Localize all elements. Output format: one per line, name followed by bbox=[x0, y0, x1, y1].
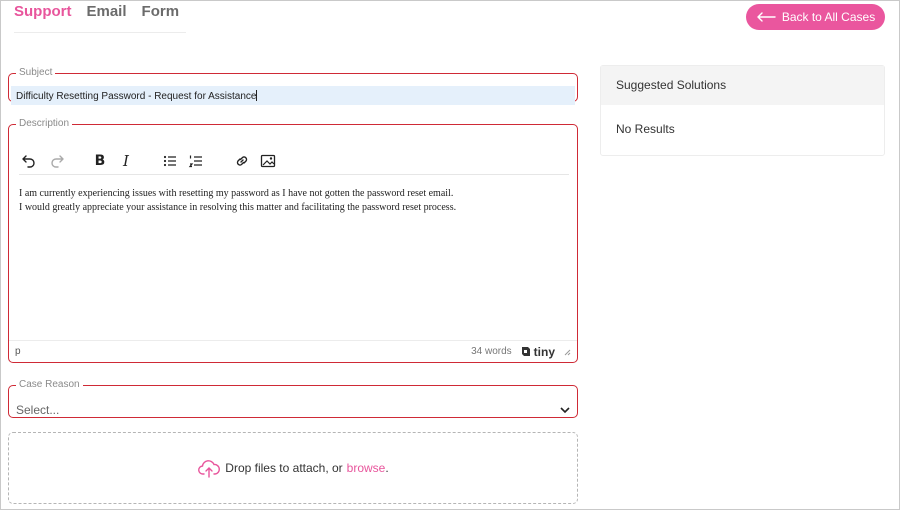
bold-icon[interactable]: B bbox=[90, 151, 110, 171]
case-reason-value: Select... bbox=[16, 403, 60, 417]
suggested-solutions-panel: Suggested Solutions No Results bbox=[600, 65, 885, 156]
editor-statusbar: p 34 words tiny bbox=[9, 340, 577, 362]
channel-tabs: Support Email Form bbox=[14, 1, 186, 33]
description-line: I would greatly appreciate your assistan… bbox=[19, 202, 457, 213]
file-dropzone[interactable]: Drop files to attach, or browse. bbox=[8, 432, 578, 504]
bullet-list-icon[interactable] bbox=[160, 151, 180, 171]
cloud-upload-icon bbox=[198, 460, 221, 478]
redo-icon[interactable] bbox=[47, 151, 67, 171]
back-button-label: Back to All Cases bbox=[781, 10, 876, 24]
image-icon[interactable] bbox=[258, 151, 278, 171]
chevron-down-icon bbox=[560, 407, 570, 414]
text-caret bbox=[256, 90, 258, 101]
description-editor[interactable]: I am currently experiencing issues with … bbox=[19, 187, 569, 215]
tab-email[interactable]: Email bbox=[87, 1, 127, 20]
case-reason-legend: Case Reason bbox=[19, 379, 80, 390]
dropzone-suffix: . bbox=[385, 461, 389, 475]
arrow-left-icon bbox=[757, 12, 776, 22]
editor-toolbar: B I bbox=[19, 147, 569, 175]
tab-support[interactable]: Support bbox=[14, 1, 72, 20]
suggested-solutions-title: Suggested Solutions bbox=[601, 66, 884, 105]
suggested-solutions-empty: No Results bbox=[616, 122, 675, 136]
dropzone-text: Drop files to attach, or bbox=[225, 461, 343, 475]
subject-legend: Subject bbox=[19, 67, 53, 78]
subject-value: Difficulty Resetting Password - Request … bbox=[16, 91, 257, 102]
back-to-all-cases-button[interactable]: Back to All Cases bbox=[746, 4, 885, 30]
numbered-list-icon[interactable] bbox=[186, 151, 206, 171]
word-count[interactable]: 34 words bbox=[471, 346, 512, 357]
tiny-logo-icon bbox=[521, 347, 530, 356]
tiny-logo[interactable]: tiny bbox=[520, 345, 555, 359]
browse-link[interactable]: browse bbox=[347, 461, 386, 475]
subject-input[interactable]: Difficulty Resetting Password - Request … bbox=[11, 86, 575, 105]
description-field: Description B I I am currently experienc… bbox=[8, 119, 578, 363]
description-line: I am currently experiencing issues with … bbox=[19, 188, 454, 199]
element-path[interactable]: p bbox=[15, 346, 471, 357]
tiny-brand-text: tiny bbox=[533, 344, 555, 359]
undo-icon[interactable] bbox=[19, 151, 39, 171]
resize-handle-icon[interactable] bbox=[563, 348, 571, 356]
description-legend: Description bbox=[19, 118, 70, 129]
link-icon[interactable] bbox=[232, 151, 252, 171]
tab-form[interactable]: Form bbox=[142, 1, 180, 20]
italic-icon[interactable]: I bbox=[116, 151, 136, 171]
subject-field: Subject Difficulty Resetting Password - … bbox=[8, 67, 578, 105]
case-reason-select[interactable]: Select... bbox=[9, 400, 577, 420]
case-reason-field: Case Reason Select... bbox=[8, 380, 578, 418]
